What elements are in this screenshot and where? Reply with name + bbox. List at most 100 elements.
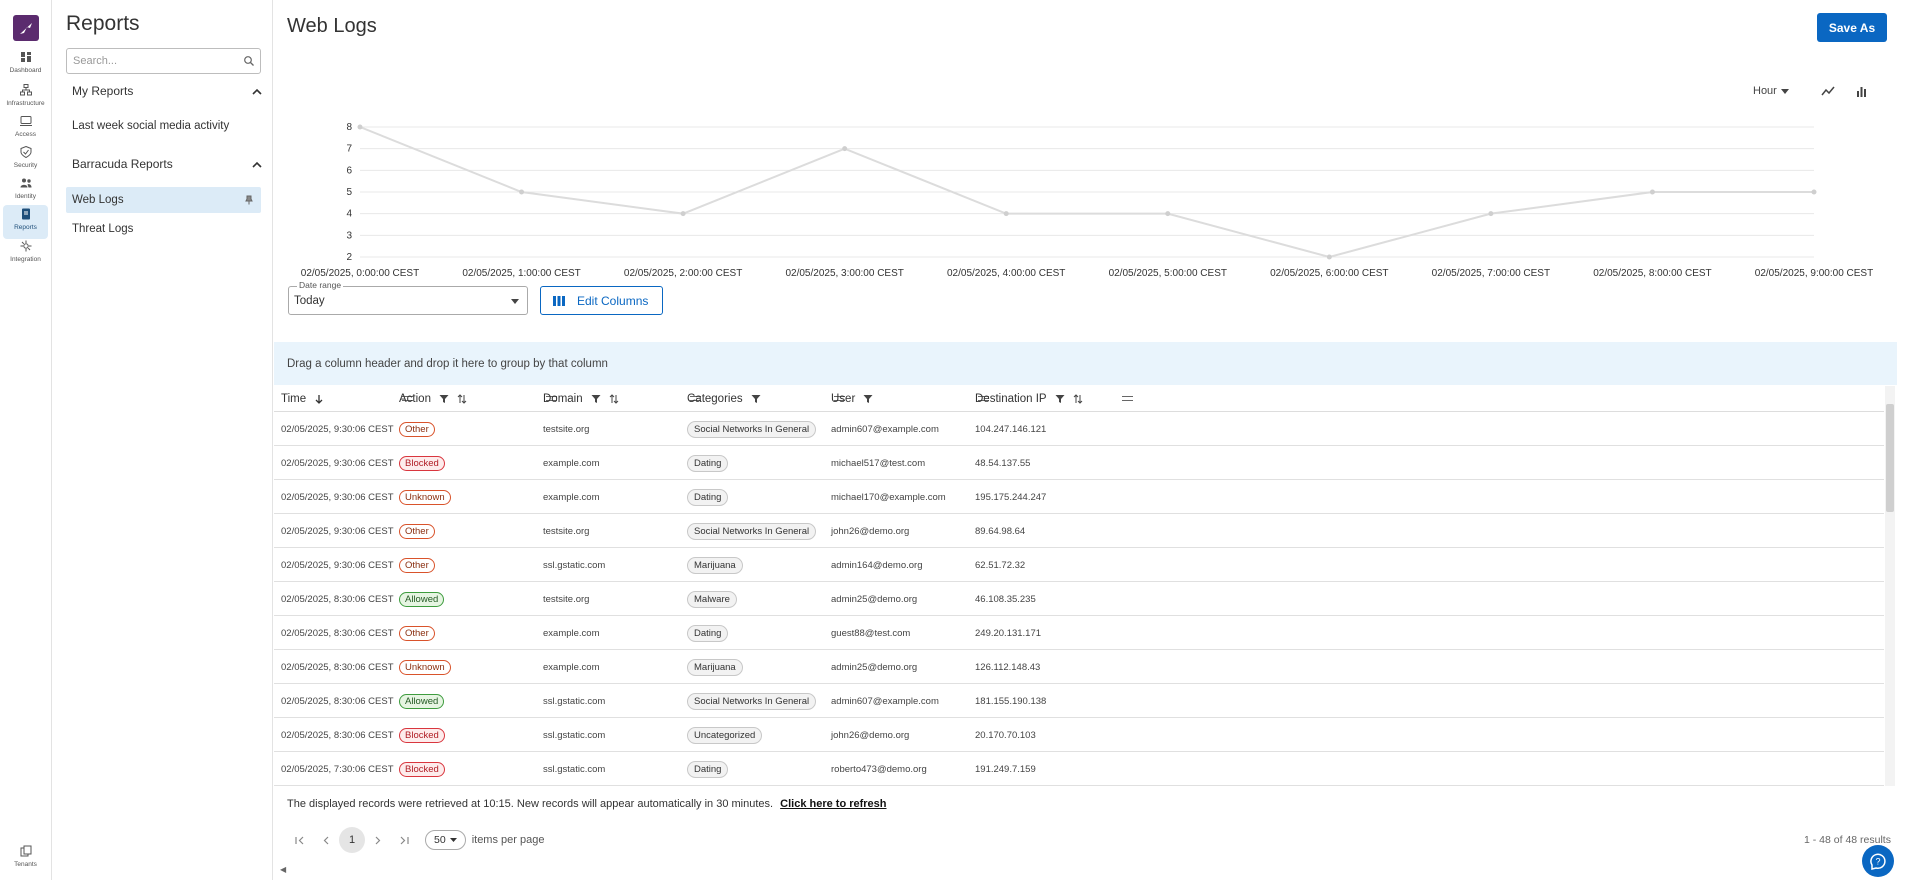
nav-item-integration[interactable]: Integration [3,237,48,271]
cell-time-value: 02/05/2025, 9:30:06 CEST [281,457,394,469]
cell-action: Other [392,412,435,446]
filter-icon[interactable] [863,394,873,404]
cell-domain-value: example.com [543,457,600,469]
table-row[interactable]: 02/05/2025, 8:30:06 CEST Allowed ssl.gstat… [274,684,1884,718]
cell-user: roberto473@demo.org [824,752,927,786]
first-page-icon [295,836,304,844]
cell-category: Dating [680,752,729,786]
scrollbar-thumb[interactable] [1886,404,1894,512]
report-item-label: Web Logs [72,194,124,206]
column-header-time[interactable]: Time [274,385,324,412]
sort-icon[interactable] [1073,393,1083,404]
chevron-left-icon [323,836,329,844]
nav-item-reports[interactable]: Reports [3,205,48,239]
barracuda-reports-header[interactable]: Barracuda Reports [72,157,262,171]
cell-destination-ip: 89.64.98.64 [968,514,1025,548]
per-page-select[interactable]: 50 [425,830,466,850]
column-header-domain[interactable]: Domain [536,385,619,412]
filter-icon[interactable] [751,394,761,404]
barracuda-logo[interactable] [13,15,39,41]
cell-category: Marijuana [680,650,743,684]
sort-icon[interactable] [457,393,467,404]
next-page-button[interactable] [365,827,391,853]
cell-domain: example.com [536,480,600,514]
sort-icon[interactable] [609,393,619,404]
cell-time: 02/05/2025, 7:30:06 CEST [274,752,394,786]
last-page-button[interactable] [391,827,417,853]
help-button[interactable]: ? [1862,845,1894,877]
column-menu-icon[interactable] [1122,396,1133,401]
table-row[interactable]: 02/05/2025, 9:30:06 CEST Other ssl.gstatic… [274,548,1884,582]
column-header-categories[interactable]: Categories [680,385,761,412]
search-icon[interactable] [243,55,255,67]
search-input[interactable] [66,48,261,74]
refresh-link[interactable]: Click here to refresh [780,798,886,810]
cell-domain-value: ssl.gstatic.com [543,695,606,707]
column-header-destination-ip[interactable]: Destination IP [968,385,1083,412]
table-row[interactable]: 02/05/2025, 9:30:06 CEST Other testsite.or… [274,514,1884,548]
reports-panel: Reports My Reports Last week social medi… [53,0,273,880]
line-chart-toggle[interactable] [1821,86,1835,96]
table-row[interactable]: 02/05/2025, 9:30:06 CEST Blocked example.c… [274,446,1884,480]
category-chip: Uncategorized [687,726,763,744]
y-tick-label: 6 [346,165,352,176]
nav-item-tenants[interactable]: Tenants [3,842,48,876]
nav-item-security[interactable]: Security [3,143,48,177]
table-row[interactable]: 02/05/2025, 8:30:06 CEST Other example.com… [274,616,1884,650]
nav-item-identity[interactable]: Identity [3,174,48,208]
column-header-action[interactable]: Action [392,385,467,412]
cell-user: admin25@demo.org [824,650,917,684]
interval-dropdown[interactable]: Hour [1753,85,1789,97]
cell-destination-ip-value: 195.175.244.247 [975,491,1047,503]
table-row[interactable]: 02/05/2025, 8:30:06 CEST Allowed testsite.… [274,582,1884,616]
report-item-web-logs[interactable]: Web Logs [66,187,261,213]
cell-user-value: admin607@example.com [831,423,939,435]
category-chip: Dating [687,760,729,778]
table-row[interactable]: 02/05/2025, 8:30:06 CEST Blocked ssl.gstat… [274,718,1884,752]
first-page-button[interactable] [287,827,313,853]
cell-destination-ip-value: 48.54.137.55 [975,457,1031,469]
filter-icon[interactable] [439,394,449,404]
cell-destination-ip-value: 62.51.72.32 [975,559,1026,571]
table-row[interactable]: 02/05/2025, 8:30:06 CEST Unknown example.c… [274,650,1884,684]
table-row[interactable]: 02/05/2025, 7:30:06 CEST Blocked ssl.gstat… [274,752,1884,786]
cell-action: Other [392,514,435,548]
action-badge: Unknown [399,489,451,505]
report-item-label: Threat Logs [72,223,134,235]
table-scrollbar[interactable] [1885,386,1895,786]
nav-item-access[interactable]: Access [3,112,48,146]
column-header-user[interactable]: User [824,385,873,412]
nav-item-dashboard[interactable]: Dashboard [3,48,48,82]
report-item-last-week-social[interactable]: Last week social media activity [66,113,261,139]
cell-domain: example.com [536,616,600,650]
data-point [1165,211,1171,217]
save-as-button[interactable]: Save As [1817,13,1887,42]
report-item-threat-logs[interactable]: Threat Logs [66,216,261,242]
previous-page-button[interactable] [313,827,339,853]
cell-destination-ip: 20.170.70.103 [968,718,1036,752]
sort-descending-icon[interactable] [314,394,324,404]
bar-chart-toggle[interactable] [1856,86,1867,97]
nav-item-infrastructure[interactable]: Infrastructure [3,81,48,115]
scroll-left-icon[interactable]: ◀ [280,865,286,874]
pin-icon[interactable] [245,195,253,205]
cell-user: admin607@example.com [824,684,939,718]
cell-time-value: 02/05/2025, 8:30:06 CEST [281,627,394,639]
current-page-button[interactable]: 1 [339,827,365,853]
table-row[interactable]: 02/05/2025, 9:30:06 CEST Unknown example.c… [274,480,1884,514]
filter-icon[interactable] [1055,394,1065,404]
date-range-select[interactable]: Date range Today [288,280,528,315]
cell-user: michael170@example.com [824,480,946,514]
category-chip: Dating [687,488,729,506]
cell-destination-ip-value: 126.112.148.43 [975,661,1041,673]
column-title: Action [399,392,431,405]
cell-domain: ssl.gstatic.com [536,752,605,786]
cell-destination-ip: 48.54.137.55 [968,446,1030,480]
my-reports-header[interactable]: My Reports [72,84,262,98]
filter-icon[interactable] [591,394,601,404]
edit-columns-button[interactable]: Edit Columns [540,286,663,315]
table-row[interactable]: 02/05/2025, 9:30:06 CEST Other testsite.or… [274,412,1884,446]
y-tick-label: 4 [346,209,352,220]
data-point [680,211,686,217]
group-by-drop-zone[interactable]: Drag a column header and drop it here to… [274,342,1897,385]
